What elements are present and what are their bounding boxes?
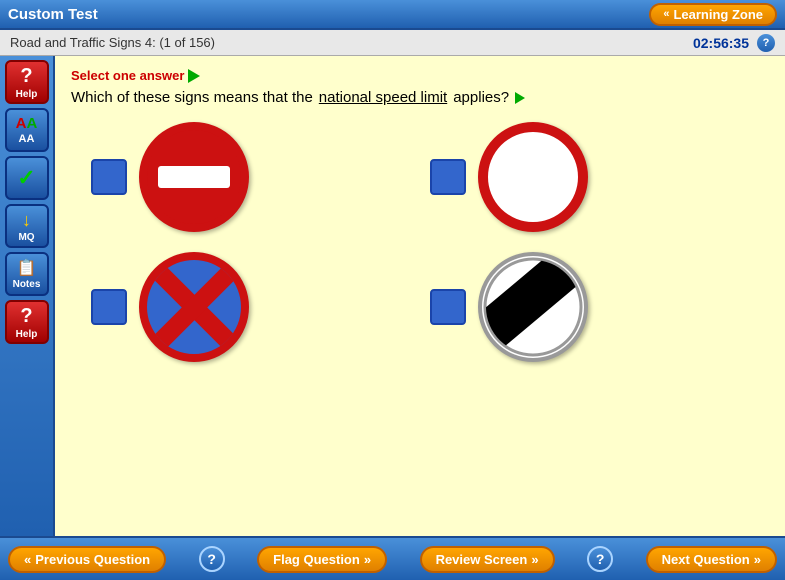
question-instruction: Select one answer xyxy=(71,68,769,83)
sign-no-stopping xyxy=(139,252,249,362)
no-stopping-svg xyxy=(152,265,237,350)
answers-grid xyxy=(71,122,769,362)
national-speed-limit-svg xyxy=(483,257,583,357)
app-header: Custom Test « Learning Zone xyxy=(0,0,785,30)
sign-a-container xyxy=(139,122,249,232)
footer-help-left-button[interactable]: ? xyxy=(199,546,225,572)
question-content: Select one answer Which of these signs m… xyxy=(55,56,785,536)
question-mark-bottom-icon: ? xyxy=(20,305,32,328)
learning-zone-label: Learning Zone xyxy=(673,7,763,22)
instruction-play-button[interactable] xyxy=(188,69,200,83)
main-content: ? Help AA AA ✓ ↓ MQ 📋 Notes ? Help xyxy=(0,56,785,536)
sidebar-mq-button[interactable]: ↓ MQ xyxy=(5,204,49,248)
answer-d[interactable] xyxy=(430,252,749,362)
sign-c-container xyxy=(139,252,249,362)
answer-c-checkbox[interactable] xyxy=(91,289,127,325)
checkmark-icon: ✓ xyxy=(17,165,35,191)
sidebar-notes-label: Notes xyxy=(13,279,41,290)
sidebar-mq-label: MQ xyxy=(18,232,34,243)
sign-d-container xyxy=(478,252,588,362)
sign-no-entry xyxy=(139,122,249,232)
sidebar-help-bottom-button[interactable]: ? Help xyxy=(5,300,49,344)
question-keyword: national speed limit xyxy=(319,89,447,106)
timer-help-button[interactable]: ? xyxy=(757,34,775,52)
answer-b[interactable] xyxy=(430,122,749,232)
question-mark-icon: ? xyxy=(20,65,32,88)
sign-national-speed-limit xyxy=(478,252,588,362)
sidebar-help-top-button[interactable]: ? Help xyxy=(5,60,49,104)
answer-c[interactable] xyxy=(91,252,410,362)
footer-help-right-button[interactable]: ? xyxy=(587,546,613,572)
review-chevron-icon: » xyxy=(531,552,538,567)
sidebar-font-button[interactable]: AA AA xyxy=(5,108,49,152)
sidebar-help-bottom-label: Help xyxy=(16,329,38,340)
notes-icon: 📋 xyxy=(17,258,37,278)
answer-d-checkbox[interactable] xyxy=(430,289,466,325)
next-question-button[interactable]: Next Question » xyxy=(646,546,777,573)
previous-question-button[interactable]: « Previous Question xyxy=(8,546,166,573)
sign-b-container xyxy=(478,122,588,232)
review-screen-button[interactable]: Review Screen » xyxy=(420,546,555,573)
sign-speed-limit xyxy=(478,122,588,232)
font-icon: AA xyxy=(16,115,38,132)
footer: « Previous Question ? Flag Question » Re… xyxy=(0,536,785,580)
flag-question-button[interactable]: Flag Question » xyxy=(257,546,387,573)
sidebar-help-top-label: Help xyxy=(16,89,38,100)
answer-b-checkbox[interactable] xyxy=(430,159,466,195)
font-small-label: AA xyxy=(19,133,35,145)
sub-header: Road and Traffic Signs 4: (1 of 156) 02:… xyxy=(0,30,785,56)
sidebar-flag-button[interactable]: ✓ xyxy=(5,156,49,200)
sidebar: ? Help AA AA ✓ ↓ MQ 📋 Notes ? Help xyxy=(0,56,55,536)
prev-chevron-icon: « xyxy=(24,552,31,567)
answer-a-checkbox[interactable] xyxy=(91,159,127,195)
sidebar-notes-button[interactable]: 📋 Notes xyxy=(5,252,49,296)
flag-chevron-icon: » xyxy=(364,552,371,567)
question-play-button[interactable] xyxy=(515,92,525,104)
chevron-left-icon: « xyxy=(663,8,669,20)
app-title: Custom Test xyxy=(8,6,98,23)
answer-a[interactable] xyxy=(91,122,410,232)
breadcrumb: Road and Traffic Signs 4: (1 of 156) xyxy=(10,35,215,50)
next-chevron-icon: » xyxy=(754,552,761,567)
no-entry-bar xyxy=(158,166,230,188)
question-text: Which of these signs means that the nati… xyxy=(71,89,769,106)
arrow-down-icon: ↓ xyxy=(22,210,31,231)
timer: 02:56:35 xyxy=(693,35,749,51)
learning-zone-button[interactable]: « Learning Zone xyxy=(649,3,777,26)
